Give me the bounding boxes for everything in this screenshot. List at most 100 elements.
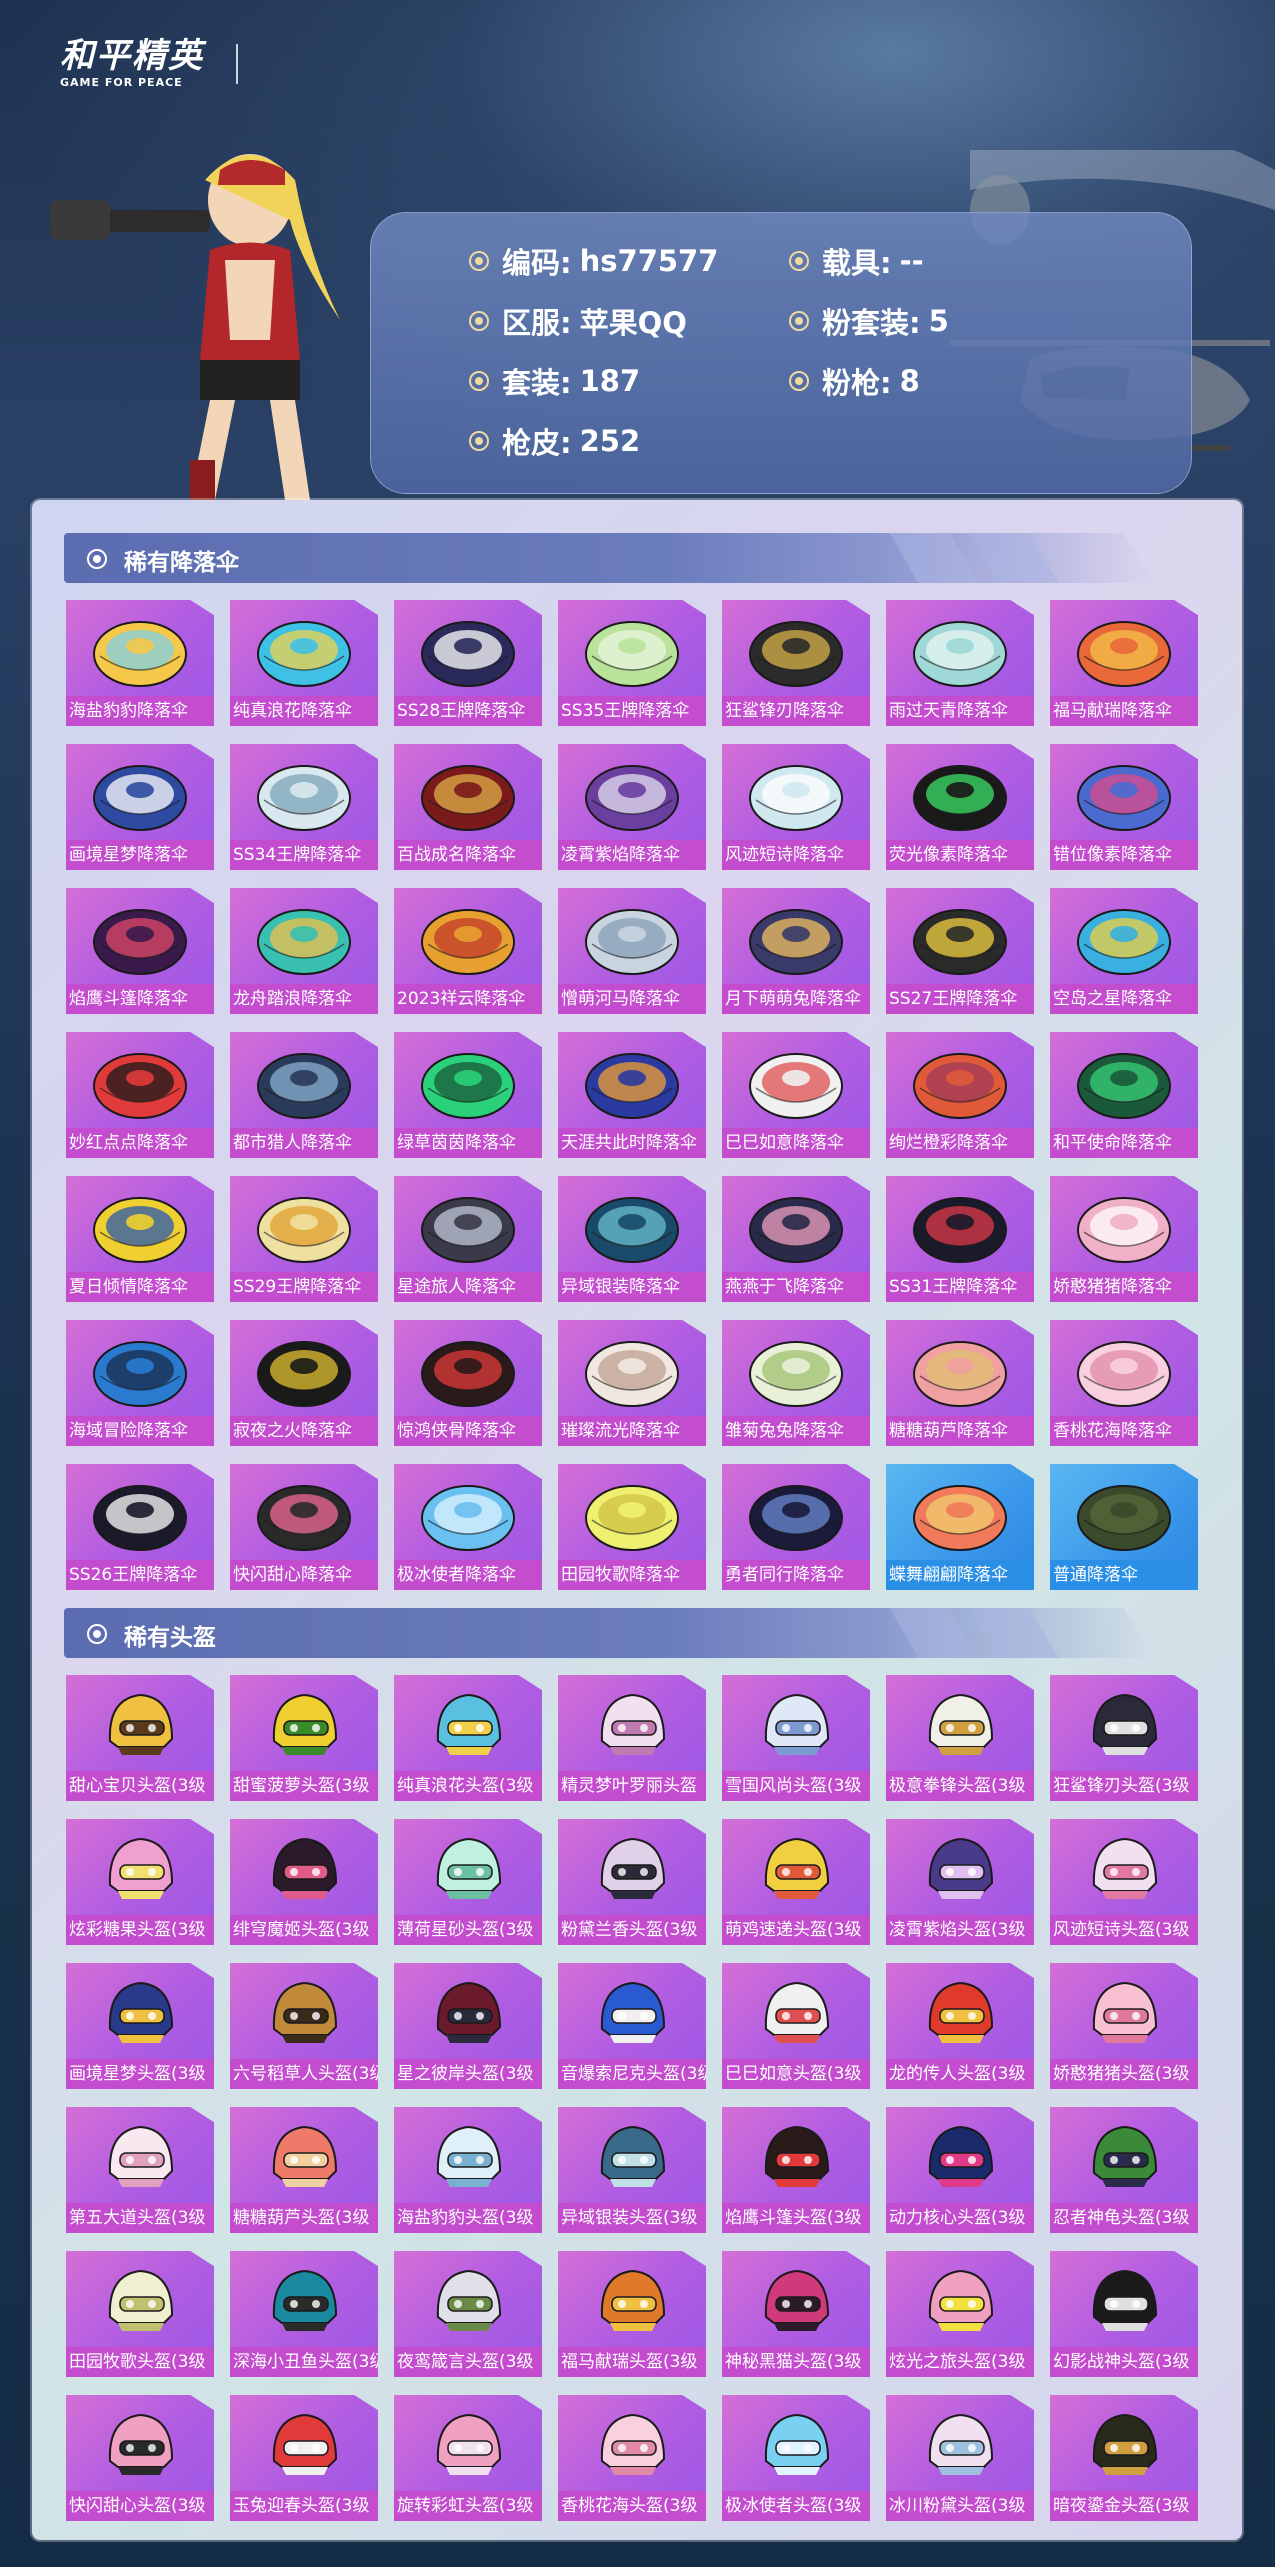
parachute-card[interactable]: 娇憨猪猪降落伞: [1050, 1176, 1198, 1302]
helmet-card[interactable]: 绯穹魔姬头盔(3级: [230, 1819, 378, 1945]
helmet-card[interactable]: 风迹短诗头盔(3级: [1050, 1819, 1198, 1945]
parachute-card[interactable]: 田园牧歌降落伞: [558, 1464, 706, 1590]
helmet-card[interactable]: 夜鸾箴言头盔(3级: [394, 2251, 542, 2377]
parachute-card[interactable]: 憎萌河马降落伞: [558, 888, 706, 1014]
parachute-card[interactable]: 2023祥云降落伞: [394, 888, 542, 1014]
parachute-card[interactable]: 百战成名降落伞: [394, 744, 542, 870]
parachute-card[interactable]: 惊鸿侠骨降落伞: [394, 1320, 542, 1446]
parachute-card[interactable]: SS31王牌降落伞: [886, 1176, 1034, 1302]
helmet-card[interactable]: 巳巳如意头盔(3级: [722, 1963, 870, 2089]
helmet-card[interactable]: 异域银装头盔(3级: [558, 2107, 706, 2233]
helmet-icon: [272, 1693, 338, 1755]
target-icon: [469, 251, 489, 271]
helmet-card[interactable]: 幻影战神头盔(3级: [1050, 2251, 1198, 2377]
parachute-icon: [93, 765, 187, 831]
parachute-card[interactable]: 风迹短诗降落伞: [722, 744, 870, 870]
helmet-card[interactable]: 快闪甜心头盔(3级: [66, 2395, 214, 2521]
parachute-card[interactable]: 星途旅人降落伞: [394, 1176, 542, 1302]
helmet-card[interactable]: 凌霄紫焰头盔(3级: [886, 1819, 1034, 1945]
parachute-card[interactable]: 普通降落伞: [1050, 1464, 1198, 1590]
parachute-card[interactable]: 妙红点点降落伞: [66, 1032, 214, 1158]
parachute-card[interactable]: 巳巳如意降落伞: [722, 1032, 870, 1158]
helmet-card[interactable]: 香桃花海头盔(3级: [558, 2395, 706, 2521]
helmet-card[interactable]: 神秘黑猫头盔(3级: [722, 2251, 870, 2377]
parachute-card[interactable]: 月下萌萌兔降落伞: [722, 888, 870, 1014]
helmet-card[interactable]: 暗夜鎏金头盔(3级: [1050, 2395, 1198, 2521]
helmet-card[interactable]: 玉兔迎春头盔(3级: [230, 2395, 378, 2521]
parachute-card[interactable]: 勇者同行降落伞: [722, 1464, 870, 1590]
parachute-card[interactable]: 绿草茵茵降落伞: [394, 1032, 542, 1158]
helmet-card[interactable]: 极冰使者头盔(3级: [722, 2395, 870, 2521]
parachute-card[interactable]: 海盐豹豹降落伞: [66, 600, 214, 726]
helmet-card[interactable]: 深海小丑鱼头盔(3级: [230, 2251, 378, 2377]
parachute-card[interactable]: 璀璨流光降落伞: [558, 1320, 706, 1446]
parachute-card[interactable]: 异域银装降落伞: [558, 1176, 706, 1302]
parachute-card[interactable]: 雏菊兔兔降落伞: [722, 1320, 870, 1446]
helmet-card[interactable]: 旋转彩虹头盔(3级: [394, 2395, 542, 2521]
parachute-card[interactable]: SS28王牌降落伞: [394, 600, 542, 726]
parachute-card[interactable]: SS34王牌降落伞: [230, 744, 378, 870]
helmet-card[interactable]: 甜蜜菠萝头盔(3级: [230, 1675, 378, 1801]
helmet-card[interactable]: 忍者神龟头盔(3级: [1050, 2107, 1198, 2233]
helmet-card[interactable]: 娇憨猪猪头盔(3级: [1050, 1963, 1198, 2089]
parachute-card[interactable]: 香桃花海降落伞: [1050, 1320, 1198, 1446]
parachute-card[interactable]: 焰鹰斗篷降落伞: [66, 888, 214, 1014]
parachute-card[interactable]: 错位像素降落伞: [1050, 744, 1198, 870]
parachute-card[interactable]: 空岛之星降落伞: [1050, 888, 1198, 1014]
parachute-card[interactable]: 快闪甜心降落伞: [230, 1464, 378, 1590]
helmet-card[interactable]: 焰鹰斗篷头盔(3级: [722, 2107, 870, 2233]
helmet-card[interactable]: 画境星梦头盔(3级: [66, 1963, 214, 2089]
parachute-card[interactable]: 都市猎人降落伞: [230, 1032, 378, 1158]
card-corner-tag: [354, 1032, 378, 1044]
helmet-card[interactable]: 六号稻草人头盔(3级: [230, 1963, 378, 2089]
parachute-card[interactable]: 画境星梦降落伞: [66, 744, 214, 870]
parachute-card[interactable]: SS29王牌降落伞: [230, 1176, 378, 1302]
parachute-card[interactable]: SS27王牌降落伞: [886, 888, 1034, 1014]
helmet-card[interactable]: 星之彼岸头盔(3级: [394, 1963, 542, 2089]
parachute-card[interactable]: 荧光像素降落伞: [886, 744, 1034, 870]
helmet-card[interactable]: 音爆索尼克头盔(3级: [558, 1963, 706, 2089]
parachute-card[interactable]: SS26王牌降落伞: [66, 1464, 214, 1590]
parachute-card[interactable]: 燕燕于飞降落伞: [722, 1176, 870, 1302]
helmet-card[interactable]: 炫光之旅头盔(3级: [886, 2251, 1034, 2377]
parachute-card[interactable]: 和平使命降落伞: [1050, 1032, 1198, 1158]
parachute-card[interactable]: 寂夜之火降落伞: [230, 1320, 378, 1446]
parachute-card[interactable]: 极冰使者降落伞: [394, 1464, 542, 1590]
helmet-card[interactable]: 雪国风尚头盔(3级: [722, 1675, 870, 1801]
parachute-card[interactable]: 天涯共此时降落伞: [558, 1032, 706, 1158]
parachute-card[interactable]: 绚烂橙彩降落伞: [886, 1032, 1034, 1158]
helmet-card[interactable]: 田园牧歌头盔(3级: [66, 2251, 214, 2377]
helmet-icon: [436, 2125, 502, 2187]
helmet-card[interactable]: 极意拳锋头盔(3级: [886, 1675, 1034, 1801]
helmet-card[interactable]: 粉黛兰香头盔(3级: [558, 1819, 706, 1945]
helmet-card[interactable]: 动力核心头盔(3级: [886, 2107, 1034, 2233]
helmet-card[interactable]: 第五大道头盔(3级: [66, 2107, 214, 2233]
parachute-name: 焰鹰斗篷降落伞: [66, 984, 214, 1014]
parachute-card[interactable]: 海域冒险降落伞: [66, 1320, 214, 1446]
parachute-card[interactable]: 福马献瑞降落伞: [1050, 600, 1198, 726]
parachute-card[interactable]: 纯真浪花降落伞: [230, 600, 378, 726]
helmet-card[interactable]: 龙的传人头盔(3级: [886, 1963, 1034, 2089]
parachute-card[interactable]: SS35王牌降落伞: [558, 600, 706, 726]
parachute-card[interactable]: 蝶舞翩翩降落伞: [886, 1464, 1034, 1590]
parachute-card-background: SS34王牌降落伞: [230, 744, 378, 870]
parachute-card[interactable]: 糖糖葫芦降落伞: [886, 1320, 1034, 1446]
helmet-card[interactable]: 福马献瑞头盔(3级: [558, 2251, 706, 2377]
helmet-card[interactable]: 甜心宝贝头盔(3级: [66, 1675, 214, 1801]
parachute-card[interactable]: 夏日倾情降落伞: [66, 1176, 214, 1302]
helmet-card[interactable]: 炫彩糖果头盔(3级: [66, 1819, 214, 1945]
parachute-card[interactable]: 凌霄紫焰降落伞: [558, 744, 706, 870]
helmet-card[interactable]: 纯真浪花头盔(3级: [394, 1675, 542, 1801]
helmet-card[interactable]: 冰川粉黛头盔(3级: [886, 2395, 1034, 2521]
helmet-card[interactable]: 狂鲨锋刃头盔(3级: [1050, 1675, 1198, 1801]
helmet-card[interactable]: 海盐豹豹头盔(3级: [394, 2107, 542, 2233]
parachute-card[interactable]: 雨过天青降落伞: [886, 600, 1034, 726]
helmet-card[interactable]: 萌鸡速递头盔(3级: [722, 1819, 870, 1945]
helmet-card[interactable]: 精灵梦叶罗丽头盔: [558, 1675, 706, 1801]
parachute-card[interactable]: 龙舟踏浪降落伞: [230, 888, 378, 1014]
parachute-card[interactable]: 狂鲨锋刃降落伞: [722, 600, 870, 726]
parachute-icon: [257, 1485, 351, 1551]
section-header-helmets: 稀有头盔: [64, 1608, 1156, 1658]
helmet-card[interactable]: 糖糖葫芦头盔(3级: [230, 2107, 378, 2233]
helmet-card[interactable]: 薄荷星砂头盔(3级: [394, 1819, 542, 1945]
